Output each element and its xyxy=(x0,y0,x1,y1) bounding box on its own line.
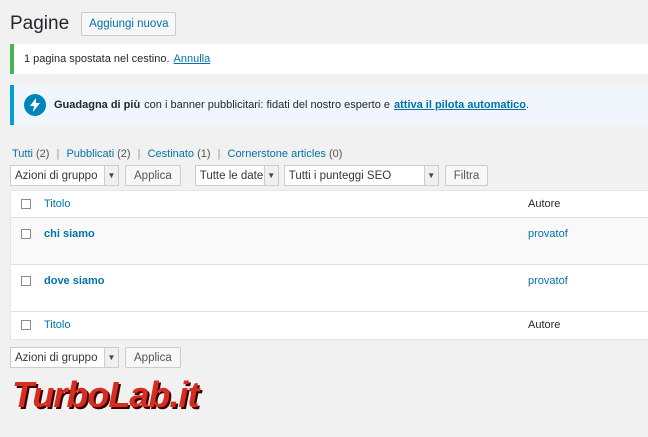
apply-button[interactable]: Applica xyxy=(125,347,181,368)
info-notice-end: . xyxy=(526,99,530,111)
table-footer-row: Titolo Autore xyxy=(11,312,648,339)
status-filters: Tutti (2) | Pubblicati (2) | Cestinato (1) … xyxy=(12,148,342,160)
filter-count: (1) xyxy=(197,148,211,160)
filter-count: (2) xyxy=(117,148,131,160)
info-notice-bold: Guadagna di più xyxy=(54,99,141,111)
filter-separator: | xyxy=(217,148,221,160)
select-all-checkbox[interactable] xyxy=(21,320,31,330)
table-row: dove siamo provatof xyxy=(11,265,648,312)
success-notice: 1 pagina spostata nel cestino. Annulla xyxy=(10,44,648,74)
filter-trash[interactable]: Cestinato xyxy=(148,148,194,160)
autopilot-link[interactable]: attiva il pilota automatico xyxy=(394,99,526,111)
table-header-row: Titolo Autore xyxy=(11,191,648,218)
filter-separator: | xyxy=(137,148,141,160)
seo-filter-select[interactable]: Tutti i punteggi SEO ▼ xyxy=(283,165,439,186)
filter-published[interactable]: Pubblicati xyxy=(66,148,114,160)
author-link[interactable]: provatof xyxy=(528,275,568,287)
row-checkbox[interactable] xyxy=(21,276,31,286)
watermark-right: Lab.it xyxy=(108,374,199,415)
author-link[interactable]: provatof xyxy=(528,228,568,240)
notice-message: 1 pagina spostata nel cestino. xyxy=(24,53,170,65)
chevron-down-icon: ▼ xyxy=(263,166,278,185)
filter-count: (0) xyxy=(328,148,343,160)
date-filter-select[interactable]: Tutte le date ▼ xyxy=(194,165,279,186)
filter-count: (2) xyxy=(36,148,50,160)
bulk-actions-select[interactable]: Azioni di gruppo ▼ xyxy=(10,165,119,186)
undo-link[interactable]: Annulla xyxy=(174,53,211,65)
apply-button[interactable]: Applica xyxy=(125,165,181,186)
filter-separator: | xyxy=(56,148,60,160)
date-filter-value: Tutte le date xyxy=(199,169,264,182)
bulk-actions-select[interactable]: Azioni di gruppo ▼ xyxy=(10,347,119,368)
filter-button[interactable]: Filtra xyxy=(444,165,489,186)
watermark-left: Turbo xyxy=(12,374,109,415)
pages-table: Titolo Autore chi siamo provatof dove si… xyxy=(10,190,648,340)
tablenav-bottom: Azioni di gruppo ▼ Applica xyxy=(10,347,181,368)
author-column-footer: Autore xyxy=(528,319,561,331)
bulk-actions-value: Azioni di gruppo xyxy=(15,351,98,364)
turbolab-watermark: Turbo Lab.it xyxy=(12,374,199,416)
title-column-header[interactable]: Titolo xyxy=(44,198,71,210)
author-column-header: Autore xyxy=(528,198,561,210)
bulk-actions-value: Azioni di gruppo xyxy=(15,169,98,182)
title-column-footer[interactable]: Titolo xyxy=(44,319,71,331)
info-notice-text: con i banner pubblicitari: fidati del no… xyxy=(144,99,390,111)
add-new-button[interactable]: Aggiungi nuova xyxy=(81,12,177,36)
filter-all[interactable]: Tutti xyxy=(12,148,33,160)
select-all-checkbox[interactable] xyxy=(21,199,31,209)
page-header: Pagine Aggiungi nuova xyxy=(10,12,177,36)
page-title-link[interactable]: dove siamo xyxy=(44,275,105,287)
seo-filter-value: Tutti i punteggi SEO xyxy=(288,169,392,182)
tablenav-top: Azioni di gruppo ▼ Applica Tutte le date… xyxy=(10,165,489,186)
bolt-icon xyxy=(24,94,46,116)
row-checkbox[interactable] xyxy=(21,229,31,239)
table-row: chi siamo provatof xyxy=(11,218,648,265)
chevron-down-icon: ▼ xyxy=(104,348,118,367)
filter-cornerstone[interactable]: Cornerstone articles xyxy=(228,148,326,160)
chevron-down-icon: ▼ xyxy=(104,166,118,185)
page-title-link[interactable]: chi siamo xyxy=(44,228,95,240)
page-title: Pagine xyxy=(10,13,70,34)
info-notice: Guadagna di più con i banner pubblicitar… xyxy=(10,85,648,125)
chevron-down-icon: ▼ xyxy=(423,166,438,185)
